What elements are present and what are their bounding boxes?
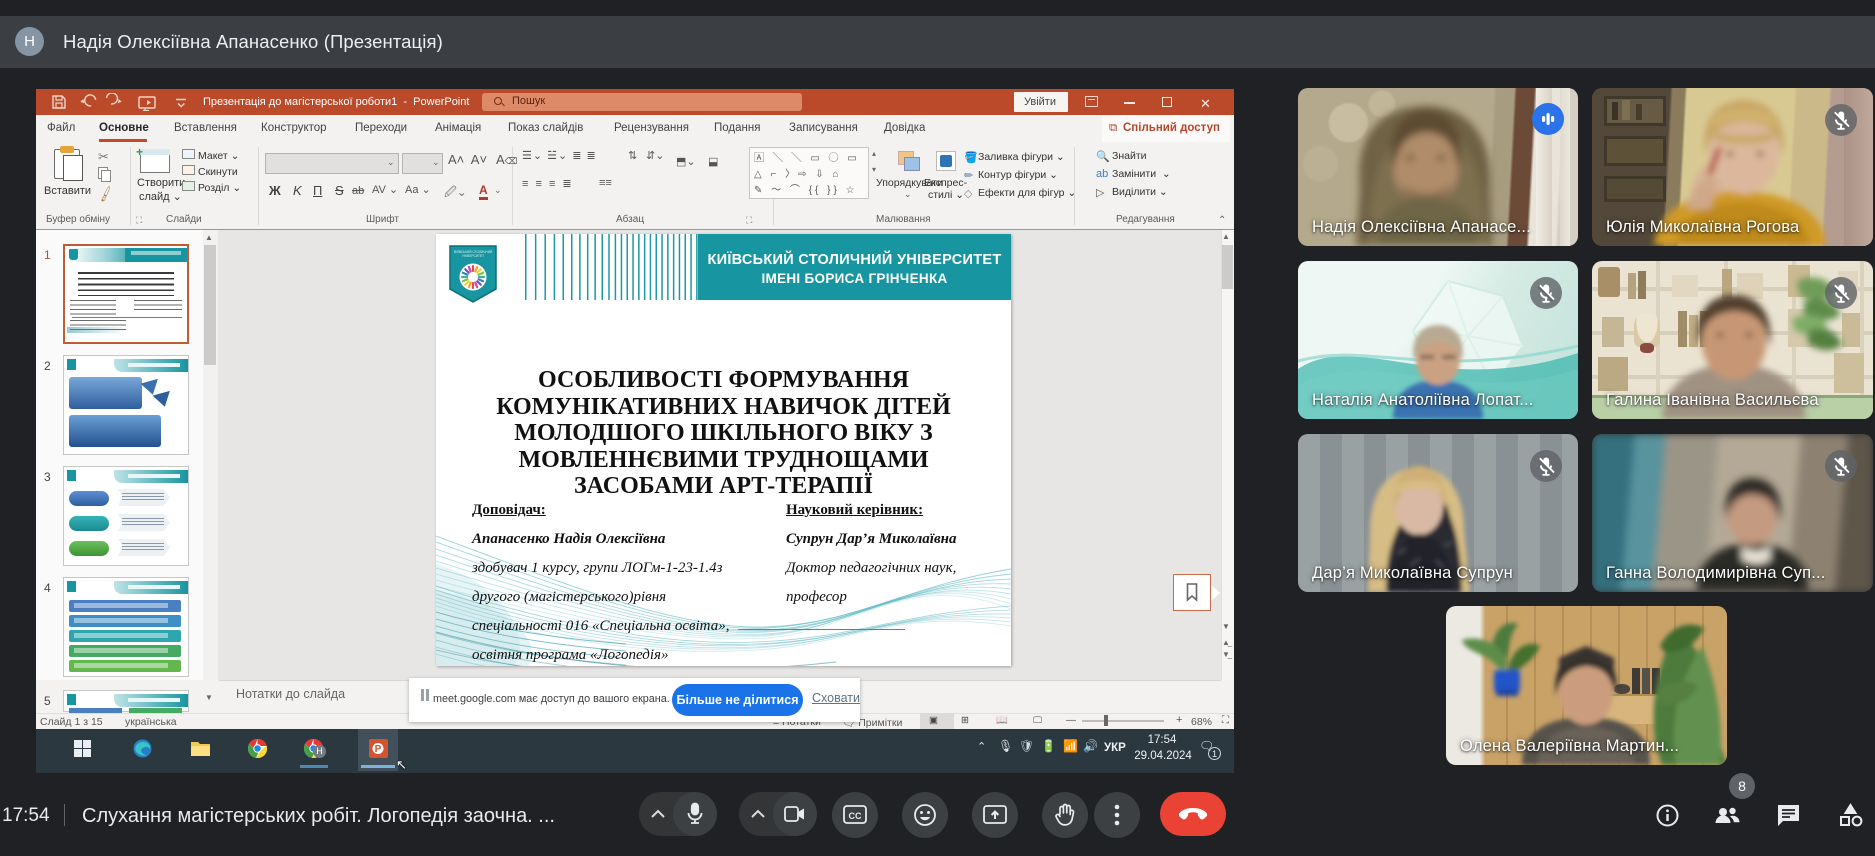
svg-text:CC: CC (849, 811, 862, 821)
svg-text:P: P (375, 744, 382, 755)
